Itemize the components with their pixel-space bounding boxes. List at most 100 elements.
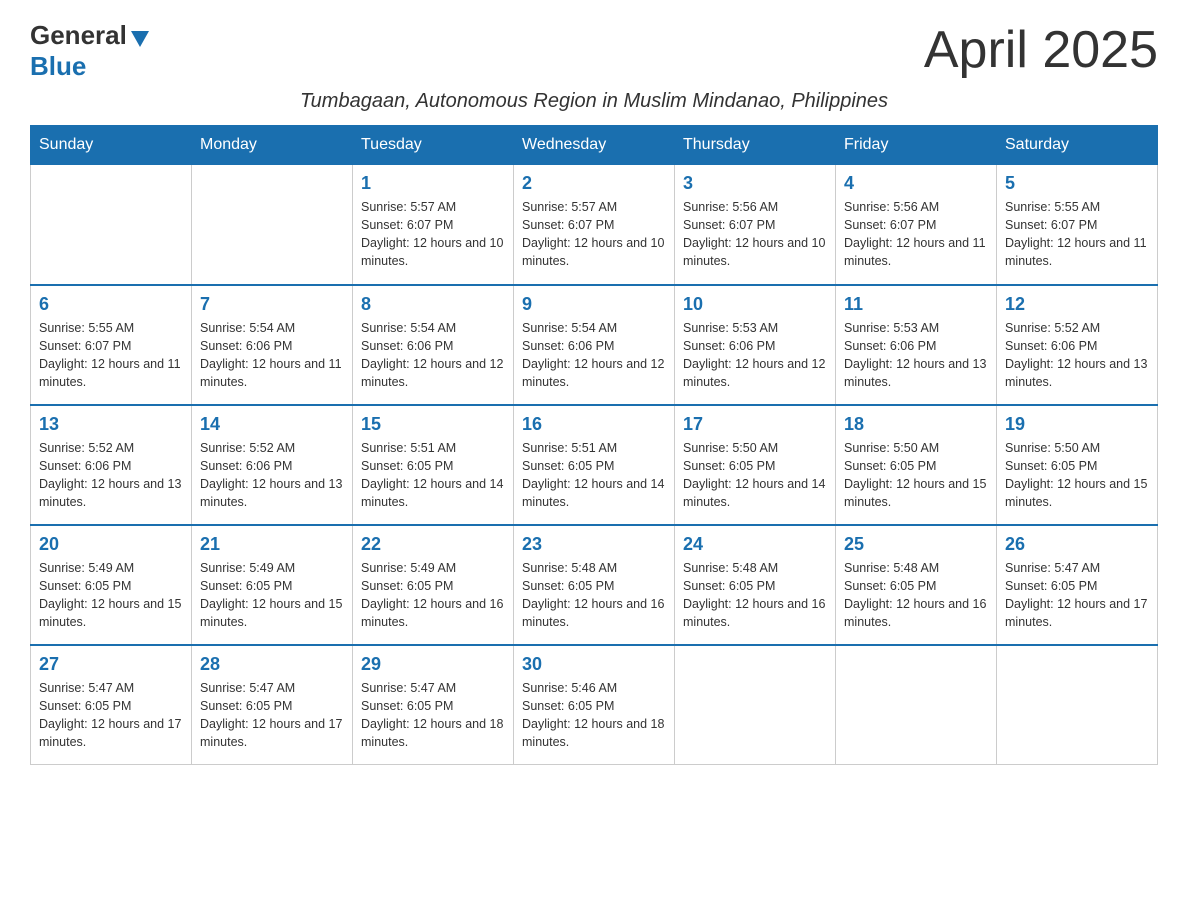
day-info: Sunrise: 5:54 AM Sunset: 6:06 PM Dayligh… — [200, 319, 344, 392]
calendar-cell: 11Sunrise: 5:53 AM Sunset: 6:06 PM Dayli… — [836, 285, 997, 405]
day-info: Sunrise: 5:49 AM Sunset: 6:05 PM Dayligh… — [361, 559, 505, 632]
calendar-day-header: Thursday — [675, 126, 836, 165]
calendar-cell: 15 Sunrise: 5:51 AM Sunset: 6:05 PM Dayli… — [353, 405, 514, 525]
day-info: Sunrise: 5:51 AM Sunset: 6:05 PM Dayligh… — [361, 439, 505, 512]
day-number: 7 — [200, 294, 344, 315]
calendar-cell — [836, 645, 997, 765]
day-number: 1 — [361, 173, 505, 194]
calendar-cell: 21 Sunrise: 5:49 AM Sunset: 6:05 PM Dayli… — [192, 525, 353, 645]
day-info: Sunrise: 5:48 AM Sunset: 6:05 PM Dayligh… — [522, 559, 666, 632]
day-number: 5 — [1005, 173, 1149, 194]
calendar-cell: 13 Sunrise: 5:52 AM Sunset: 6:06 PM Dayli… — [31, 405, 192, 525]
calendar-cell: 26 Sunrise: 5:47 AM Sunset: 6:05 PM Dayli… — [997, 525, 1158, 645]
day-info: Sunrise: 5:53 AM Sunset: 6:06 PM Dayligh… — [844, 319, 988, 392]
day-info: Sunrise: 5:50 AM Sunset: 6:05 PM Dayligh… — [1005, 439, 1149, 512]
day-info: Sunrise: 5:52 AM Sunset: 6:06 PM Dayligh… — [39, 439, 183, 512]
calendar-cell: 25 Sunrise: 5:48 AM Sunset: 6:05 PM Dayli… — [836, 525, 997, 645]
calendar-cell: 19 Sunrise: 5:50 AM Sunset: 6:05 PM Dayli… — [997, 405, 1158, 525]
day-info: Sunrise: 5:56 AM Sunset: 6:07 PM Dayligh… — [844, 198, 988, 271]
calendar-cell: 4 Sunrise: 5:56 AM Sunset: 6:07 PM Daylig… — [836, 165, 997, 285]
calendar-cell: 1 Sunrise: 5:57 AM Sunset: 6:07 PM Daylig… — [353, 165, 514, 285]
day-info: Sunrise: 5:56 AM Sunset: 6:07 PM Dayligh… — [683, 198, 827, 271]
calendar-cell — [31, 165, 192, 285]
day-number: 19 — [1005, 414, 1149, 435]
calendar-day-header: Saturday — [997, 126, 1158, 165]
subtitle: Tumbagaan, Autonomous Region in Muslim M… — [30, 90, 1158, 113]
day-number: 12 — [1005, 294, 1149, 315]
day-number: 3 — [683, 173, 827, 194]
calendar-cell: 22 Sunrise: 5:49 AM Sunset: 6:05 PM Dayli… — [353, 525, 514, 645]
day-number: 21 — [200, 534, 344, 555]
calendar-cell — [997, 645, 1158, 765]
calendar-cell — [675, 645, 836, 765]
day-number: 13 — [39, 414, 183, 435]
calendar-day-header: Wednesday — [514, 126, 675, 165]
calendar-cell: 14 Sunrise: 5:52 AM Sunset: 6:06 PM Dayli… — [192, 405, 353, 525]
calendar-day-header: Monday — [192, 126, 353, 165]
calendar-cell: 17Sunrise: 5:50 AM Sunset: 6:05 PM Dayli… — [675, 405, 836, 525]
page-header: General Blue April 2025 — [30, 20, 1158, 82]
day-info: Sunrise: 5:52 AM Sunset: 6:06 PM Dayligh… — [1005, 319, 1149, 392]
calendar-week-row: 27 Sunrise: 5:47 AM Sunset: 6:05 PM Dayli… — [31, 645, 1158, 765]
day-info: Sunrise: 5:55 AM Sunset: 6:07 PM Dayligh… — [1005, 198, 1149, 271]
calendar-cell: 24 Sunrise: 5:48 AM Sunset: 6:05 PM Dayli… — [675, 525, 836, 645]
logo-triangle-icon — [129, 27, 151, 49]
calendar-week-row: 6 Sunrise: 5:55 AM Sunset: 6:07 PM Daylig… — [31, 285, 1158, 405]
calendar-cell: 12 Sunrise: 5:52 AM Sunset: 6:06 PM Dayli… — [997, 285, 1158, 405]
calendar-day-header: Sunday — [31, 126, 192, 165]
day-info: Sunrise: 5:49 AM Sunset: 6:05 PM Dayligh… — [39, 559, 183, 632]
day-info: Sunrise: 5:54 AM Sunset: 6:06 PM Dayligh… — [522, 319, 666, 392]
calendar-cell: 16 Sunrise: 5:51 AM Sunset: 6:05 PM Dayli… — [514, 405, 675, 525]
calendar-day-header: Friday — [836, 126, 997, 165]
day-info: Sunrise: 5:47 AM Sunset: 6:05 PM Dayligh… — [39, 679, 183, 752]
day-number: 9 — [522, 294, 666, 315]
day-number: 25 — [844, 534, 988, 555]
day-info: Sunrise: 5:48 AM Sunset: 6:05 PM Dayligh… — [683, 559, 827, 632]
day-number: 15 — [361, 414, 505, 435]
day-number: 20 — [39, 534, 183, 555]
calendar-cell: 27 Sunrise: 5:47 AM Sunset: 6:05 PM Dayli… — [31, 645, 192, 765]
day-number: 10 — [683, 294, 827, 315]
day-info: Sunrise: 5:55 AM Sunset: 6:07 PM Dayligh… — [39, 319, 183, 392]
calendar-week-row: 13 Sunrise: 5:52 AM Sunset: 6:06 PM Dayli… — [31, 405, 1158, 525]
day-number: 2 — [522, 173, 666, 194]
day-info: Sunrise: 5:49 AM Sunset: 6:05 PM Dayligh… — [200, 559, 344, 632]
day-info: Sunrise: 5:51 AM Sunset: 6:05 PM Dayligh… — [522, 439, 666, 512]
calendar-week-row: 1 Sunrise: 5:57 AM Sunset: 6:07 PM Daylig… — [31, 165, 1158, 285]
day-info: Sunrise: 5:50 AM Sunset: 6:05 PM Dayligh… — [844, 439, 988, 512]
day-info: Sunrise: 5:54 AM Sunset: 6:06 PM Dayligh… — [361, 319, 505, 392]
calendar-cell: 9 Sunrise: 5:54 AM Sunset: 6:06 PM Daylig… — [514, 285, 675, 405]
calendar-cell — [192, 165, 353, 285]
day-info: Sunrise: 5:47 AM Sunset: 6:05 PM Dayligh… — [1005, 559, 1149, 632]
calendar-cell: 18Sunrise: 5:50 AM Sunset: 6:05 PM Dayli… — [836, 405, 997, 525]
day-info: Sunrise: 5:47 AM Sunset: 6:05 PM Dayligh… — [200, 679, 344, 752]
day-number: 27 — [39, 654, 183, 675]
day-number: 16 — [522, 414, 666, 435]
day-info: Sunrise: 5:50 AM Sunset: 6:05 PM Dayligh… — [683, 439, 827, 512]
calendar-day-header: Tuesday — [353, 126, 514, 165]
day-info: Sunrise: 5:52 AM Sunset: 6:06 PM Dayligh… — [200, 439, 344, 512]
day-number: 4 — [844, 173, 988, 194]
day-info: Sunrise: 5:48 AM Sunset: 6:05 PM Dayligh… — [844, 559, 988, 632]
day-number: 29 — [361, 654, 505, 675]
day-info: Sunrise: 5:53 AM Sunset: 6:06 PM Dayligh… — [683, 319, 827, 392]
calendar-cell: 28 Sunrise: 5:47 AM Sunset: 6:05 PM Dayli… — [192, 645, 353, 765]
day-info: Sunrise: 5:57 AM Sunset: 6:07 PM Dayligh… — [361, 198, 505, 271]
calendar-cell: 6 Sunrise: 5:55 AM Sunset: 6:07 PM Daylig… — [31, 285, 192, 405]
calendar-cell: 8 Sunrise: 5:54 AM Sunset: 6:06 PM Daylig… — [353, 285, 514, 405]
calendar-cell: 7 Sunrise: 5:54 AM Sunset: 6:06 PM Daylig… — [192, 285, 353, 405]
day-number: 23 — [522, 534, 666, 555]
logo-blue: Blue — [30, 51, 86, 82]
day-number: 28 — [200, 654, 344, 675]
day-number: 24 — [683, 534, 827, 555]
calendar-cell: 30Sunrise: 5:46 AM Sunset: 6:05 PM Dayli… — [514, 645, 675, 765]
day-number: 26 — [1005, 534, 1149, 555]
day-number: 22 — [361, 534, 505, 555]
day-number: 8 — [361, 294, 505, 315]
day-info: Sunrise: 5:47 AM Sunset: 6:05 PM Dayligh… — [361, 679, 505, 752]
calendar-header-row: SundayMondayTuesdayWednesdayThursdayFrid… — [31, 126, 1158, 165]
day-number: 6 — [39, 294, 183, 315]
day-info: Sunrise: 5:46 AM Sunset: 6:05 PM Dayligh… — [522, 679, 666, 752]
calendar-cell: 23 Sunrise: 5:48 AM Sunset: 6:05 PM Dayli… — [514, 525, 675, 645]
day-number: 14 — [200, 414, 344, 435]
